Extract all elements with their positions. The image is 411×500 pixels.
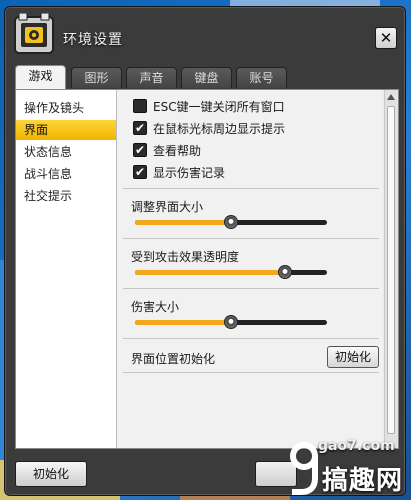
tab-sound[interactable]: 声音 [126, 67, 177, 88]
tab-game[interactable]: 游戏 [15, 65, 66, 90]
window-title: 环境设置 [63, 32, 123, 48]
sidebar-item-status-info[interactable]: 状态信息 [16, 142, 116, 162]
watermark-domain: gao7.com [318, 438, 395, 454]
checkmark-icon[interactable]: ✔ [133, 121, 147, 135]
sidebar-item-controls-camera[interactable]: 操作及镜头 [16, 98, 116, 118]
ui-size-slider[interactable] [135, 215, 327, 229]
settings-dialog: 环境设置 ✕ 游戏 图形 声音 键盘 账号 操作及镜头 界面 状态信息 战斗信息… [4, 6, 406, 496]
option-label: 查看帮助 [153, 144, 202, 158]
category-sidebar: 操作及镜头 界面 状态信息 战斗信息 社交提示 [16, 90, 117, 448]
settings-panel: 操作及镜头 界面 状态信息 战斗信息 社交提示 ESC键一键关闭所有窗口 ✔ 在… [15, 89, 399, 449]
option-label: 显示伤害记录 [153, 166, 226, 180]
slider-fill [135, 320, 231, 325]
damage-size-slider[interactable] [135, 315, 327, 329]
checkbox-unchecked[interactable] [133, 99, 147, 113]
sidebar-item-combat-info[interactable]: 战斗信息 [16, 164, 116, 184]
slider-label-ui-size: 调整界面大小 [131, 200, 204, 214]
tab-keyboard[interactable]: 键盘 [181, 67, 232, 88]
slider-knob[interactable] [224, 315, 238, 329]
checkmark-icon[interactable]: ✔ [133, 143, 147, 157]
divider [123, 188, 379, 189]
reset-all-button[interactable]: 初始化 [15, 461, 87, 487]
slider-fill [135, 270, 285, 275]
scrollbar-thumb[interactable] [387, 106, 395, 434]
close-button[interactable]: ✕ [375, 27, 397, 49]
slider-knob[interactable] [277, 265, 292, 279]
scroll-up-arrow-icon[interactable] [387, 94, 395, 100]
slider-knob[interactable] [224, 215, 238, 229]
divider [123, 372, 379, 373]
divider [123, 338, 379, 339]
tab-graphics[interactable]: 图形 [71, 67, 122, 88]
tab-account[interactable]: 账号 [236, 67, 287, 88]
checkmark-icon[interactable]: ✔ [133, 165, 147, 179]
slider-label-hit-opacity: 受到攻击效果透明度 [131, 250, 240, 264]
title-bar[interactable]: 环境设置 ✕ [5, 7, 405, 63]
ui-position-label: 界面位置初始化 [131, 352, 216, 366]
watermark-site-name: 搞趣网 [322, 466, 404, 496]
sidebar-item-interface[interactable]: 界面 [16, 120, 116, 140]
divider [123, 238, 379, 239]
slider-label-damage-size: 伤害大小 [131, 300, 180, 314]
sidebar-item-social-alerts[interactable]: 社交提示 [16, 186, 116, 206]
option-label: 在鼠标光标周边显示提示 [153, 122, 286, 136]
gao7-logo-icon [290, 442, 318, 495]
option-label: ESC键一键关闭所有窗口 [153, 100, 285, 114]
divider [123, 288, 379, 289]
settings-cube-icon [14, 13, 54, 54]
slider-fill [135, 220, 231, 225]
hit-opacity-slider[interactable] [135, 265, 327, 279]
ui-position-reset-button[interactable]: 初始化 [327, 346, 379, 368]
scrollbar[interactable] [384, 90, 398, 448]
settings-content: ESC键一键关闭所有窗口 ✔ 在鼠标光标周边显示提示 ✔ 查看帮助 ✔ 显示伤害… [117, 90, 383, 448]
